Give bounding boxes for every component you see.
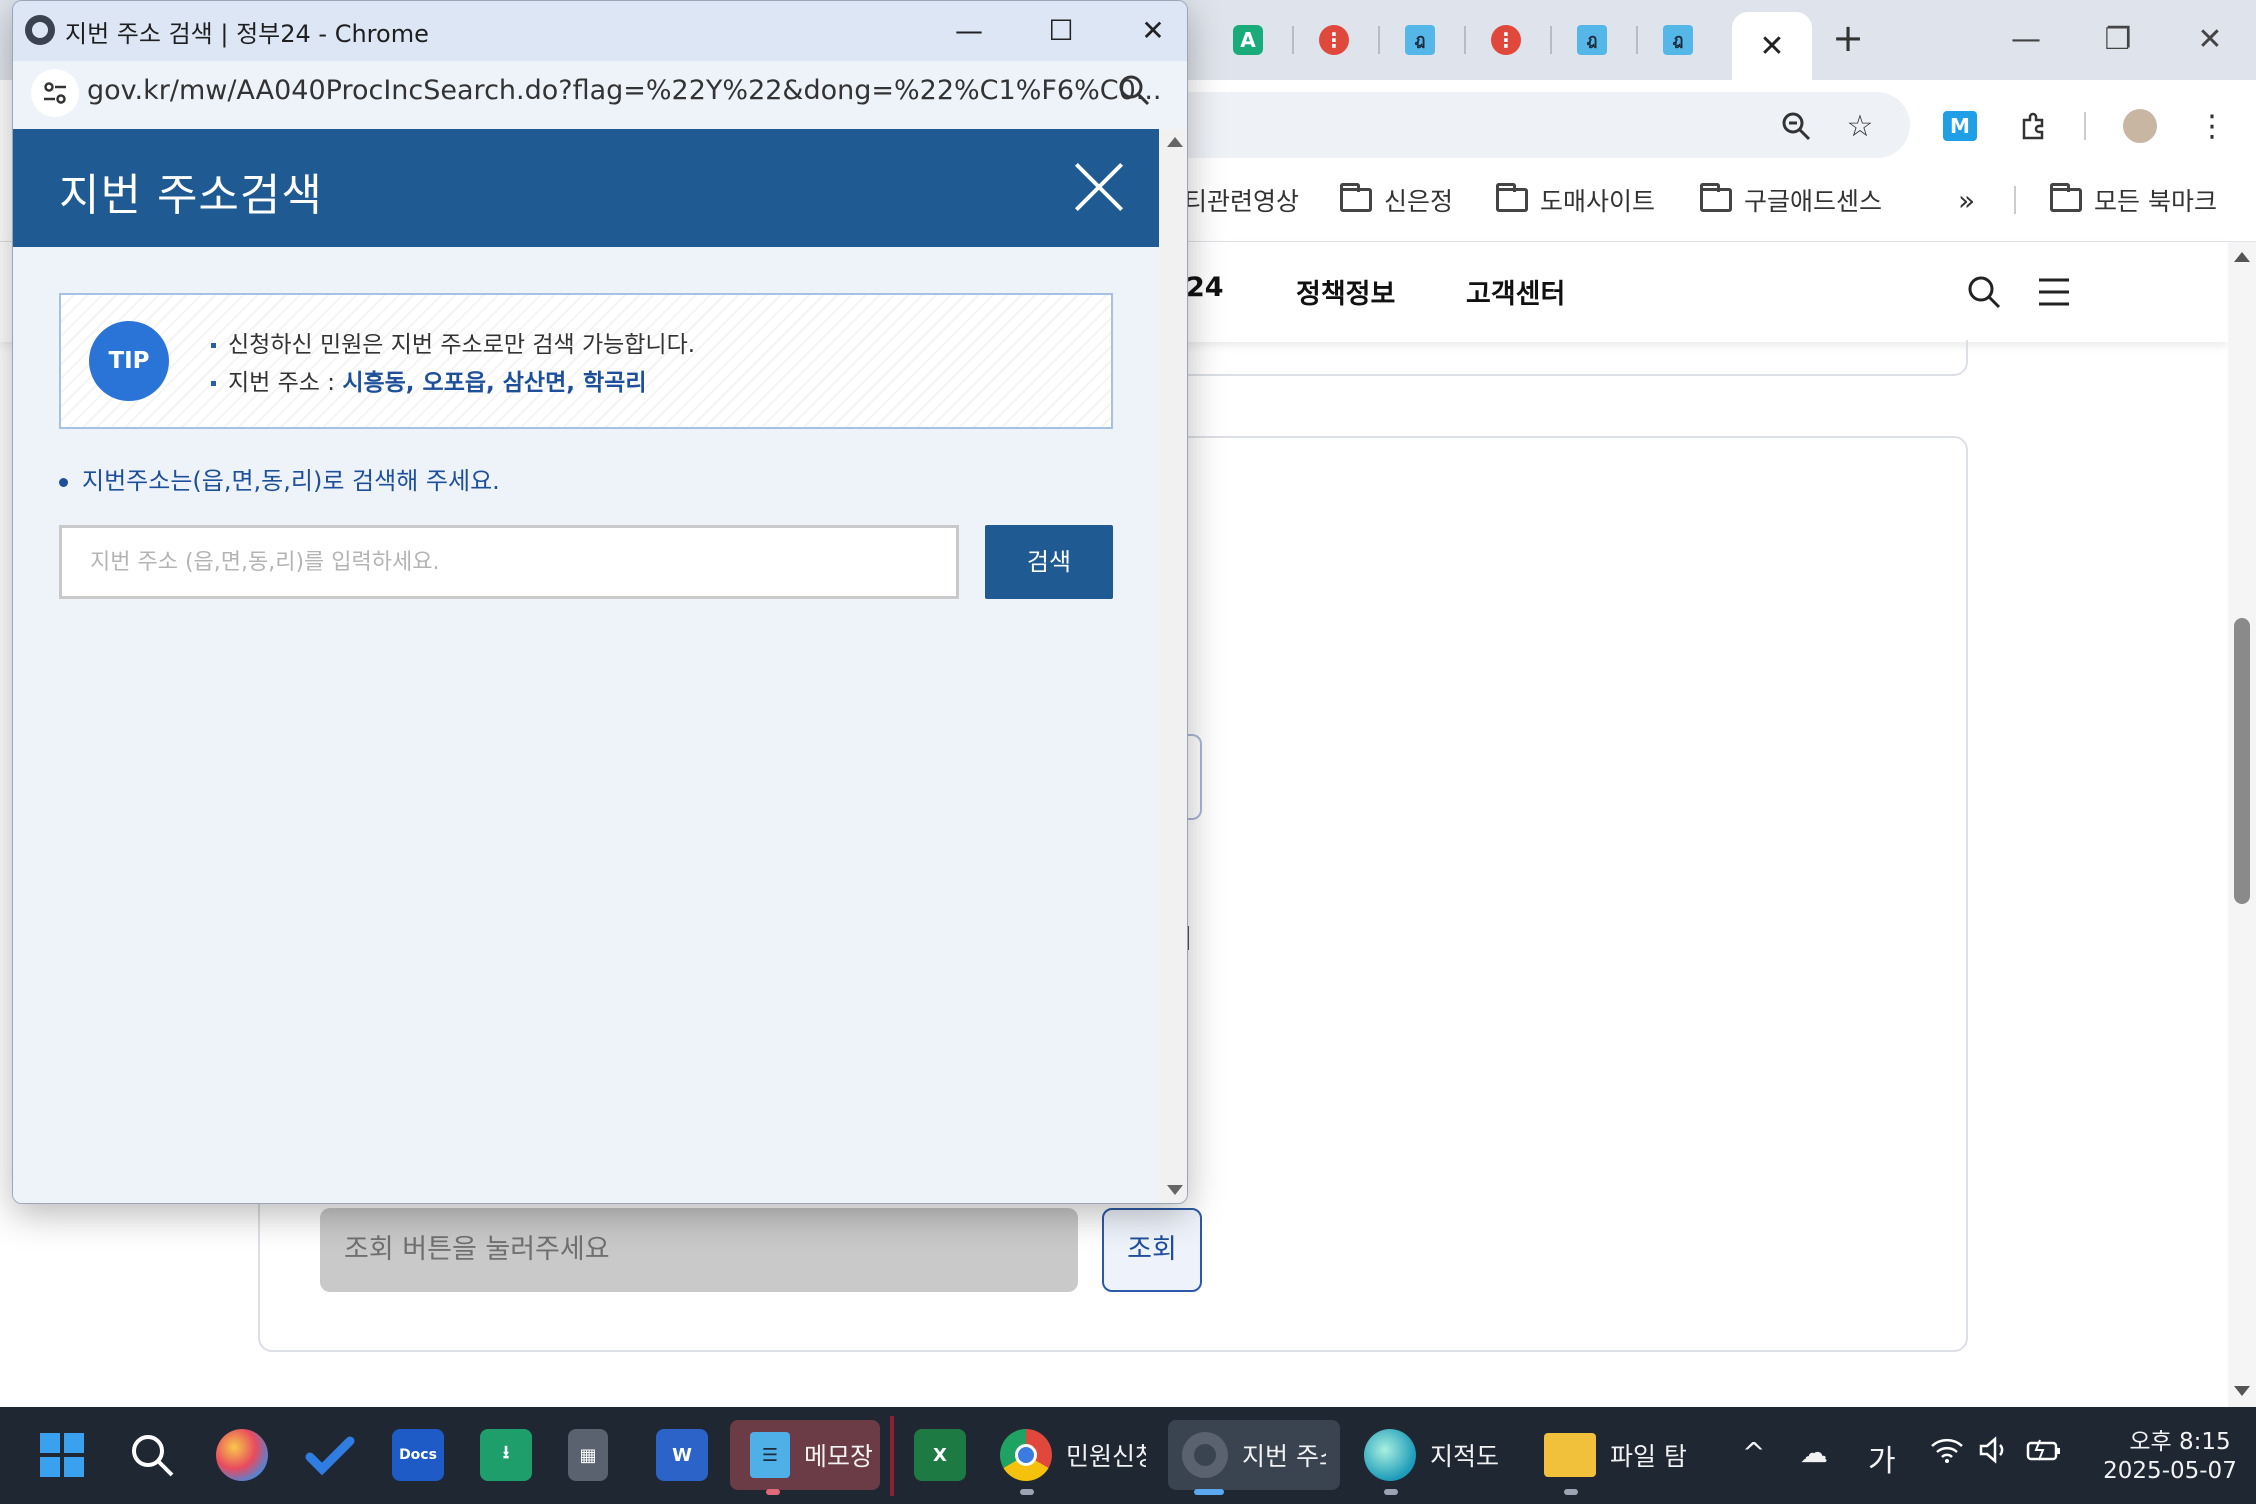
bookmark-star-icon[interactable]: ☆ (1838, 104, 1882, 148)
popup-scroll-up-icon[interactable] (1167, 137, 1183, 147)
background-tab[interactable]: ⋮ (1484, 20, 1528, 60)
word-app-icon[interactable]: W (656, 1420, 708, 1490)
profile-avatar[interactable] (2118, 104, 2162, 148)
restore-button[interactable]: ❐ (2088, 16, 2148, 64)
map-app-taskbar-button[interactable]: 지적도 (1364, 1420, 1510, 1490)
a-green-icon: A (1233, 25, 1263, 55)
new-tab-button[interactable]: + (1826, 16, 1870, 60)
todo-app-icon[interactable] (304, 1420, 356, 1490)
dialog-close-icon[interactable] (1071, 159, 1127, 215)
bookmark-folder[interactable]: 도매사이트 (1496, 180, 1655, 220)
popup-zoom-icon[interactable] (1117, 73, 1157, 113)
popup-maximize-button[interactable]: ☐ (1031, 9, 1091, 53)
notepad-icon: ☰ (750, 1432, 790, 1478)
chrome-taskbar-button[interactable]: 민원신청 (1000, 1420, 1146, 1490)
scroll-up-icon[interactable] (2234, 252, 2250, 262)
wifi-icon[interactable] (1930, 1436, 1964, 1471)
volume-icon[interactable] (1978, 1436, 2010, 1471)
chrome-icon (1000, 1429, 1052, 1481)
background-tab[interactable]: ฎ (1570, 20, 1614, 60)
popup-taskbar-button[interactable]: 지번 주소 (1168, 1420, 1340, 1490)
nav-item-support[interactable]: 고객센터 (1466, 272, 1565, 311)
site-info-icon[interactable] (31, 69, 79, 117)
globe-icon (1182, 1432, 1228, 1478)
paint-app-icon[interactable] (216, 1420, 268, 1490)
tip-badge: TIP (89, 321, 169, 401)
dialog-header: 지번 주소검색 (13, 129, 1159, 247)
blue-square-icon: ฎ (1663, 25, 1693, 55)
file-explorer-taskbar-button[interactable]: 파일 탐색기 (1544, 1420, 1686, 1490)
all-bookmarks-folder[interactable]: 모든 북마크 (2050, 180, 2217, 220)
search-guide-text: 지번주소는(읍,면,동,리)로 검색해 주세요. (59, 461, 500, 496)
folder-icon (1496, 183, 1528, 212)
blue-square-icon: ฎ (1577, 25, 1607, 55)
popup-scroll-down-icon[interactable] (1167, 1185, 1183, 1195)
address-search-dialog: 지번 주소검색 TIP 신청하신 민원은 지번 주소로만 검색 가능합니다. 지… (13, 129, 1159, 1203)
folder-icon (1700, 183, 1732, 212)
popup-minimize-button[interactable]: — (939, 9, 999, 53)
background-tab[interactable]: ⋮ (1312, 20, 1356, 60)
background-tab[interactable]: ฎ (1656, 20, 1700, 60)
bookmarks-overflow-icon[interactable]: » (1958, 180, 1975, 220)
partial-button (1186, 734, 1202, 820)
menu-kebab-icon[interactable]: ⋮ (2190, 104, 2234, 148)
ime-indicator[interactable]: 가 (1868, 1436, 1896, 1480)
tip-line: 지번 주소 : 시흥동, 오포읍, 삼산면, 학곡리 (211, 363, 646, 397)
popup-url-text[interactable]: gov.kr/mw/AA040ProcIncSearch.do?flag=%22… (87, 75, 1162, 106)
folder-icon (1340, 183, 1372, 212)
start-button[interactable] (38, 1420, 86, 1490)
tip-line: 신청하신 민원은 지번 주소로만 검색 가능합니다. (211, 325, 695, 359)
popup-close-button[interactable]: ✕ (1123, 9, 1183, 53)
taskbar-search-icon[interactable] (128, 1420, 176, 1490)
folder-icon (2050, 183, 2082, 212)
clock-time[interactable]: 오후 8:15 (2110, 1422, 2250, 1456)
popup-scrollbar[interactable] (1159, 129, 1187, 1203)
background-tab[interactable]: A (1226, 20, 1270, 60)
tip-examples: 시흥동, 오포읍, 삼산면, 학곡리 (342, 370, 647, 396)
download-app-icon[interactable]: ⭳ (480, 1420, 532, 1490)
bookmark-item[interactable]: 티관련영상 (1184, 180, 1299, 220)
minimize-button[interactable]: — (1996, 16, 2056, 64)
popup-window-title: 지번 주소 검색 | 정부24 - Chrome (65, 20, 429, 48)
onedrive-cloud-icon[interactable]: ☁ (1800, 1436, 1828, 1469)
address-search-input[interactable] (59, 525, 959, 599)
search-button[interactable]: 검색 (985, 525, 1113, 599)
tip-box: TIP 신청하신 민원은 지번 주소로만 검색 가능합니다. 지번 주소 : 시… (59, 293, 1113, 429)
zoom-icon[interactable] (1774, 104, 1818, 148)
query-result-field: 조회 버튼을 눌러주세요 (320, 1208, 1078, 1292)
dialog-body: TIP 신청하신 민원은 지번 주소로만 검색 가능합니다. 지번 주소 : 시… (13, 247, 1159, 1203)
background-tab[interactable]: ฎ (1398, 20, 1442, 60)
page-scroll-thumb[interactable] (2234, 618, 2250, 904)
nav-item[interactable]: 24 (1186, 272, 1224, 303)
red-circle-icon: ⋮ (1491, 25, 1521, 55)
show-hidden-icons-chevron-icon[interactable]: ^ (1742, 1436, 1765, 1469)
close-window-button[interactable]: ✕ (2180, 16, 2240, 64)
docs-app-icon[interactable]: Docs (392, 1420, 444, 1490)
address-search-popup-window: 지번 주소 검색 | 정부24 - Chrome — ☐ ✕ gov.kr/mw… (12, 0, 1188, 1204)
extensions-icon[interactable] (2012, 104, 2056, 148)
m-extension-icon[interactable]: M (1938, 104, 1982, 148)
active-tab-close-icon[interactable]: ✕ (1732, 12, 1812, 80)
map-app-icon (1364, 1429, 1416, 1481)
scroll-down-icon[interactable] (2234, 1386, 2250, 1396)
nav-item-policy[interactable]: 정책정보 (1296, 272, 1395, 311)
battery-icon[interactable] (2026, 1436, 2062, 1471)
query-button[interactable]: 조회 (1102, 1208, 1202, 1292)
clock-date[interactable]: 2025-05-07 (2090, 1458, 2250, 1484)
notepad-taskbar-button[interactable]: ☰ 메모장 (730, 1420, 880, 1490)
site-search-icon[interactable] (1962, 270, 2006, 314)
blue-square-icon: ฎ (1405, 25, 1435, 55)
bookmark-folder[interactable]: 구글애드센스 (1700, 180, 1882, 220)
dialog-title: 지번 주소검색 (59, 170, 323, 221)
bookmark-folder[interactable]: 신은정 (1340, 180, 1453, 220)
excel-app-icon[interactable]: X (914, 1420, 966, 1490)
folder-icon (1544, 1433, 1596, 1477)
site-menu-icon[interactable] (2032, 270, 2076, 314)
calculator-app-icon[interactable]: ▦ (568, 1420, 608, 1490)
red-circle-icon: ⋮ (1319, 25, 1349, 55)
globe-icon (25, 15, 55, 45)
